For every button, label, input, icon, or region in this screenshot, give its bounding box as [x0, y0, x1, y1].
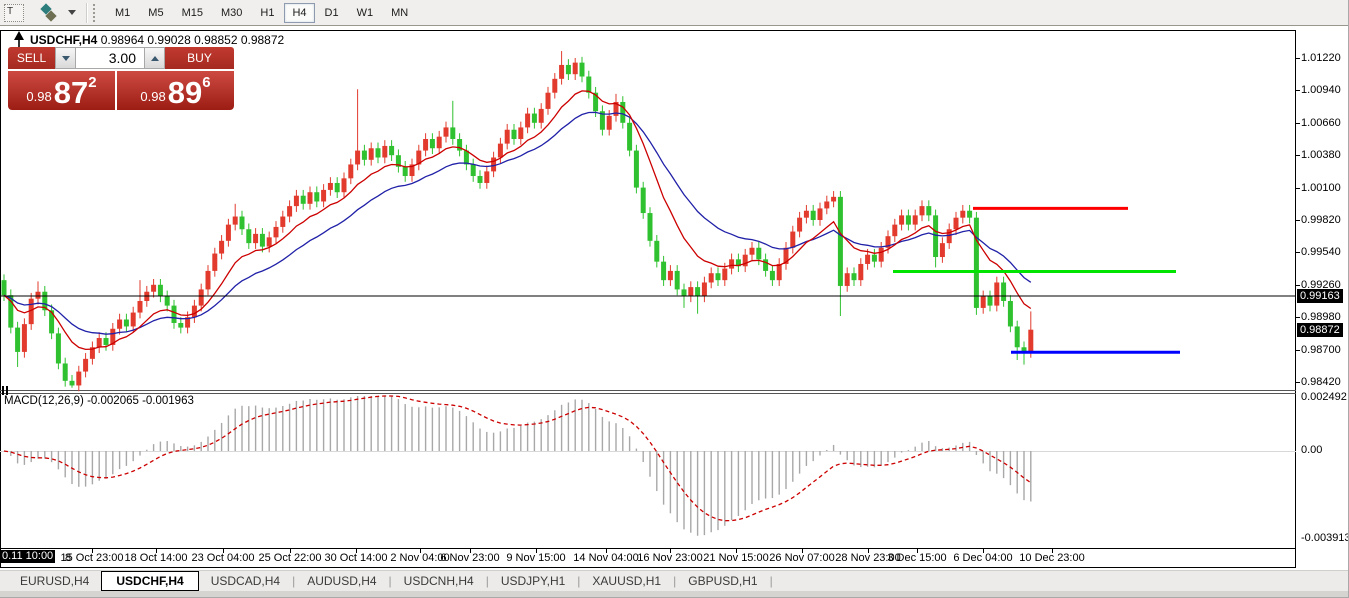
toolbar-separator [86, 2, 87, 23]
sell-price-prefix: 0.98 [26, 89, 52, 104]
macd-axis-label: 0.00 [1301, 444, 1323, 456]
price-tick [1296, 317, 1300, 319]
chart-tab-usdchf[interactable]: USDCHF,H4 [101, 571, 199, 591]
time-axis-label: 23 Oct 04:00 [191, 552, 255, 564]
price-tick-label: 1.00940 [1301, 84, 1341, 97]
tab-separator: | [769, 574, 773, 588]
chart-tab-usdjpy[interactable]: USDJPY,H1 [489, 572, 577, 590]
price-tick-label: 1.00380 [1301, 149, 1341, 162]
trading-terminal-window: T M1 M5 M15 M30 H1 H4 D1 W1 MN 1.01220 1.00940 1.0… [0, 0, 1349, 598]
one-click-trading-panel: SELL 3.00 BUY 0.98 87 2 0.98 89 6 [8, 47, 234, 110]
sell-price-panel[interactable]: 0.98 87 2 [8, 71, 115, 110]
price-tick-label: 0.99540 [1301, 246, 1341, 259]
chart-tab-gbpusd[interactable]: GBPUSD,H1 [676, 572, 769, 590]
down-arrow-icon [61, 55, 70, 61]
sell-price-pip: 2 [88, 74, 97, 91]
buy-price-prefix: 0.98 [140, 89, 166, 104]
chart-tab-eurusd[interactable]: EURUSD,H4 [8, 572, 101, 590]
time-axis-label: 6 Nov 23:00 [440, 552, 500, 564]
toolbar: T M1 M5 M15 M30 H1 H4 D1 W1 MN [0, 0, 1348, 26]
timeframe-button-m1[interactable]: M1 [107, 3, 138, 23]
chart-tab-usdcad[interactable]: USDCAD,H4 [199, 572, 292, 590]
chart-tab-usdcnh[interactable]: USDCNH,H4 [392, 572, 486, 590]
chart-tab-audusd[interactable]: AUDUSD,H4 [295, 572, 388, 590]
price-tick [1296, 90, 1300, 92]
data-window-icon[interactable]: T [4, 3, 24, 22]
price-tick-label: 1.00100 [1301, 181, 1341, 194]
buy-price-big: 89 [167, 75, 203, 110]
up-arrow-icon [150, 55, 159, 61]
price-tick [1296, 349, 1300, 351]
macd-axis-label: 0.002492 [1301, 391, 1347, 403]
timeframe-button-w1[interactable]: W1 [349, 3, 382, 23]
timeframe-button-mn[interactable]: MN [383, 3, 416, 23]
buy-price-pip: 6 [202, 74, 211, 91]
timeframe-button-group: M1 M5 M15 M30 H1 H4 D1 W1 MN [106, 2, 417, 23]
timeframe-button-h4[interactable]: H4 [284, 2, 315, 23]
time-axis-label: 9 Nov 15:00 [506, 552, 566, 564]
time-axis-label: 14 Nov 04:00 [573, 552, 639, 564]
time-axis-label: 26 Nov 07:00 [769, 552, 835, 564]
price-tick-label: 0.98420 [1301, 375, 1341, 388]
arrange-charts-icon[interactable] [38, 2, 76, 22]
price-tick-label: 0.99820 [1301, 213, 1341, 226]
hline-price-label: 0.99163 [1297, 289, 1343, 303]
timeframe-button-h1[interactable]: H1 [252, 3, 282, 23]
timeframe-button-m30[interactable]: M30 [213, 3, 250, 23]
time-axis-label: 16 Nov 23:00 [637, 552, 703, 564]
time-axis-label: 30 Oct 14:00 [324, 552, 388, 564]
chart-tab-bar: EURUSD,H4 USDCHF,H4 USDCAD,H4 | AUDUSD,H4 | US… [0, 570, 1348, 591]
price-chart[interactable] [0, 30, 1296, 568]
buy-button[interactable]: BUY [165, 47, 234, 69]
time-axis-label: 21 Nov 15:00 [703, 552, 769, 564]
macd-axis-label: -0.003913 [1301, 532, 1349, 544]
chart-symbol: USDCHF,H4 [30, 33, 98, 47]
price-axis[interactable]: 1.01220 1.00940 1.00660 1.00380 1.00100 0.998… [1296, 30, 1349, 568]
time-axis-label: 18 Oct 14:00 [124, 552, 188, 564]
price-tick-label: 0.98700 [1301, 343, 1341, 356]
volume-input[interactable]: 3.00 [76, 47, 144, 69]
chart-ohlc-values: 0.98964 0.99028 0.98852 0.98872 [100, 33, 285, 47]
volume-increase-button[interactable] [144, 47, 165, 69]
price-tick [1296, 58, 1300, 59]
price-tick [1296, 284, 1300, 286]
price-tick [1296, 187, 1300, 189]
time-axis-label: 25 Oct 22:00 [258, 552, 322, 564]
chart-title: USDCHF,H4 0.98964 0.99028 0.98852 0.9887… [30, 33, 284, 47]
price-tick-label: 1.00660 [1301, 116, 1341, 129]
time-axis-label: 6 Dec 04:00 [953, 552, 1013, 564]
sell-button[interactable]: SELL [8, 47, 55, 69]
price-tick [1296, 252, 1300, 254]
timeframe-button-d1[interactable]: D1 [317, 3, 347, 23]
price-tick [1296, 381, 1300, 383]
volume-decrease-button[interactable] [55, 47, 76, 69]
crosshair-time-label: 0.11 10:00 [0, 550, 56, 563]
window-bottom-strip [0, 591, 1348, 597]
price-tick-label: 1.01220 [1301, 52, 1341, 64]
toolbar-grip[interactable] [93, 3, 98, 22]
sell-price-big: 87 [53, 75, 89, 110]
buy-price-panel[interactable]: 0.98 89 6 [117, 71, 234, 110]
time-axis-label: 10 Dec 23:00 [1019, 552, 1085, 564]
timeframe-button-m5[interactable]: M5 [140, 3, 171, 23]
bid-price-label: 0.98872 [1297, 322, 1343, 337]
price-tick [1296, 122, 1300, 124]
dropdown-caret-icon[interactable] [68, 9, 76, 15]
price-tick [1296, 155, 1300, 157]
price-tick-label: 0.98980 [1301, 311, 1341, 324]
partial-time-label: 8 [65, 552, 72, 564]
time-axis-label: 3 Dec 15:00 [887, 552, 947, 564]
macd-indicator-label: MACD(12,26,9) -0.002065 -0.001963 [4, 395, 194, 407]
chart-tab-xauusd[interactable]: XAUUSD,H1 [580, 572, 673, 590]
price-tick [1296, 219, 1300, 221]
timeframe-button-m15[interactable]: M15 [174, 3, 211, 23]
